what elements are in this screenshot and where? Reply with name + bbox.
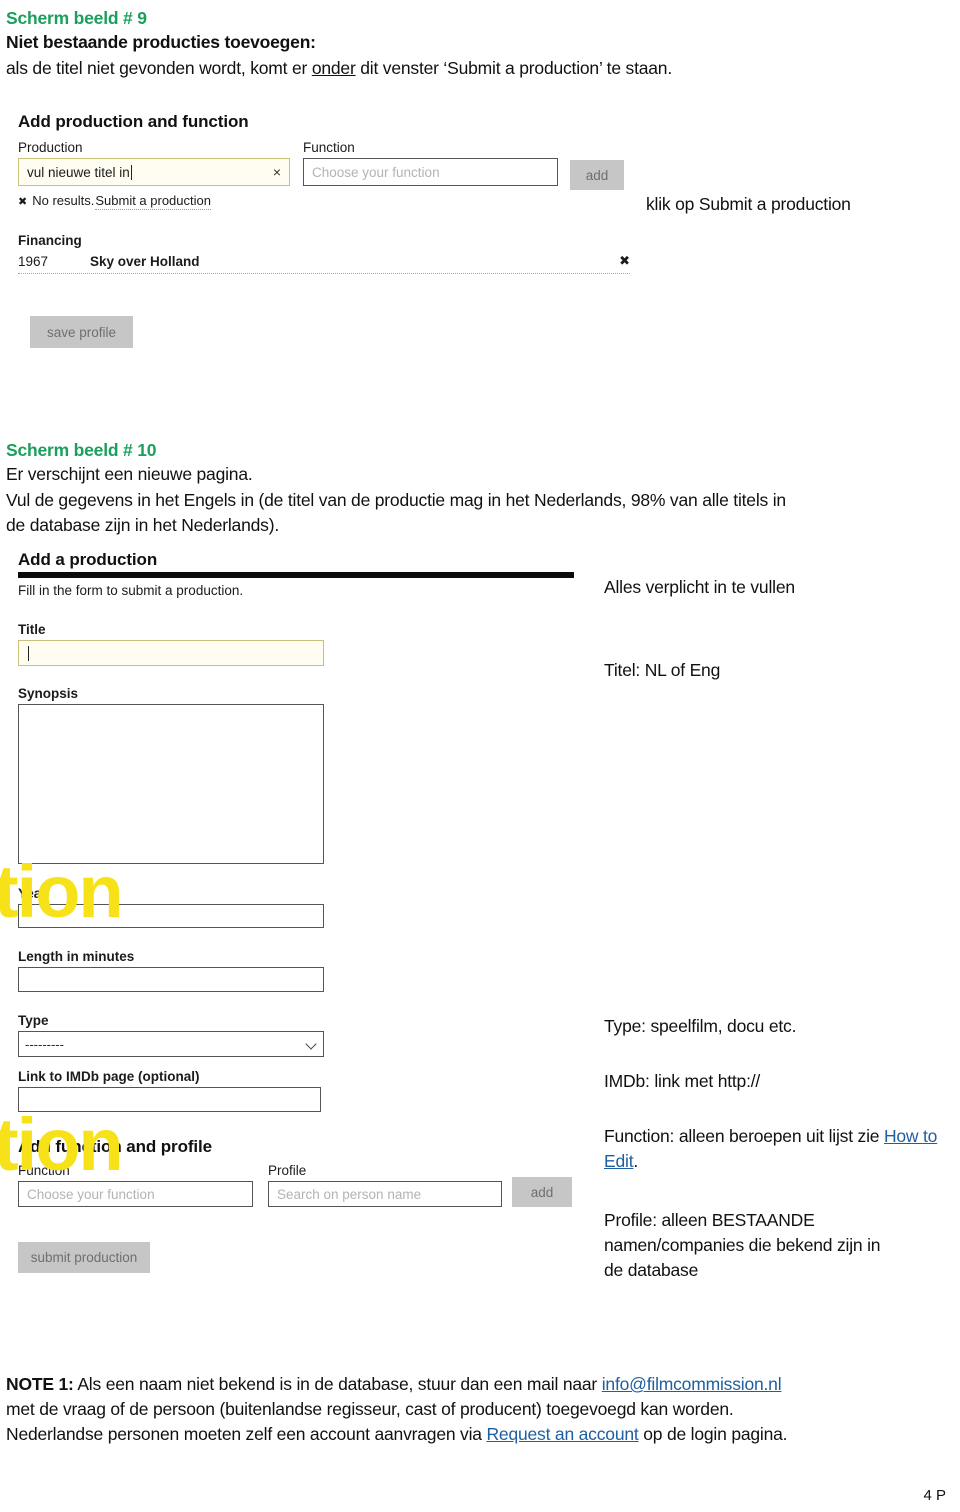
cross-icon: ✖ [18, 196, 28, 208]
fn-profile-group: Profile Search on person name [268, 1163, 502, 1207]
financing-year: 1967 [18, 253, 49, 269]
title-field-group: Title [18, 622, 324, 666]
production-field-group: Production vul nieuwe titel in × ✖ No re… [18, 140, 290, 210]
body-text-underlined: onder [311, 58, 356, 78]
function-label: Function [303, 140, 355, 155]
section-body-9: als de titel niet gevonden wordt, komt e… [6, 56, 946, 81]
synopsis-field-group: Synopsis [18, 686, 324, 864]
add-function-profile-section: Add function and profile Function Choose… [18, 1137, 578, 1207]
fn-function-label: Function [18, 1163, 70, 1178]
annotation-function: Function: alleen beroepen uit lijst zie … [604, 1124, 949, 1174]
annotation-alles-verplicht: Alles verplicht in te vullen [604, 577, 795, 597]
year-field-group: Year [18, 886, 324, 928]
annotation-imdb: IMDb: link met http:// [604, 1071, 761, 1091]
submit-production-button[interactable]: submit production [18, 1242, 150, 1273]
function-field-group: Function Choose your function [303, 140, 558, 186]
title-divider [18, 572, 574, 578]
title-label: Title [18, 622, 46, 637]
fn-function-placeholder: Choose your function [27, 1186, 155, 1202]
imdb-field-group: Link to IMDb page (optional) [18, 1069, 321, 1112]
clear-icon[interactable]: × [273, 165, 281, 179]
year-input[interactable] [18, 904, 324, 928]
add-button[interactable]: add [570, 160, 624, 190]
fn-profile-input[interactable]: Search on person name [268, 1181, 502, 1207]
page-number: 4 P [923, 1487, 946, 1504]
annotation-profile-line1: Profile: alleen BESTAANDE [604, 1210, 815, 1230]
note-line2: met de vraag of de persoon (buitenlandse… [6, 1399, 734, 1419]
annotation-profile: Profile: alleen BESTAANDE namen/companie… [604, 1208, 952, 1283]
text-caret [28, 645, 29, 661]
section-subheading-9: Niet bestaande producties toevoegen: [6, 32, 316, 52]
request-account-link[interactable]: Request an account [486, 1424, 638, 1444]
submit-a-production-link[interactable]: Submit a production [95, 193, 211, 210]
title-input[interactable] [18, 640, 324, 666]
screenshot9-title: Add production and function [18, 112, 249, 131]
type-label: Type [18, 1013, 49, 1028]
section-heading-9: Scherm beeld # 9 [6, 8, 147, 28]
production-label: Production [18, 140, 83, 155]
fn-function-group: Function Choose your function [18, 1163, 253, 1207]
production-input-value: vul nieuwe titel in [27, 164, 130, 180]
annotation-profile-line3: de database [604, 1260, 699, 1280]
fn-add-button[interactable]: add [512, 1177, 572, 1207]
document-page: Scherm beeld # 9 Niet bestaande producti… [0, 0, 960, 1512]
screenshot10-title: Add a production [18, 550, 158, 569]
financing-name: Sky over Holland [90, 253, 200, 269]
type-select[interactable]: --------- [18, 1031, 324, 1057]
fn-profile-placeholder: Search on person name [277, 1186, 422, 1202]
annotation-titel: Titel: NL of Eng [604, 660, 721, 680]
annotation-profile-line2: namen/companies die bekend zijn in [604, 1235, 881, 1255]
section-10-line2: Vul de gegevens in het Engels in (de tit… [6, 490, 786, 510]
annotation-function-text: Function: alleen beroepen uit lijst zie [604, 1126, 884, 1146]
save-profile-button[interactable]: save profile [30, 316, 133, 348]
text-caret [130, 164, 132, 180]
section-heading-10: Scherm beeld # 10 [6, 440, 157, 460]
function-input-placeholder: Choose your function [312, 164, 440, 180]
length-input[interactable] [18, 967, 324, 992]
length-field-group: Length in minutes [18, 949, 324, 992]
function-profile-row: Function Choose your function Profile Se… [18, 1163, 578, 1207]
note-label: NOTE 1: [6, 1374, 74, 1394]
length-label: Length in minutes [18, 949, 135, 964]
synopsis-textarea[interactable] [18, 704, 324, 864]
section-10-line1: Er verschijnt een nieuwe pagina. [6, 464, 253, 484]
remove-icon[interactable]: ✖ [619, 253, 630, 269]
fn-function-input[interactable]: Choose your function [18, 1181, 253, 1207]
no-results-text: No results. [32, 193, 95, 208]
note-part1: Als een naam niet bekend is in de databa… [73, 1374, 602, 1394]
note-block: NOTE 1: Als een naam niet bekend is in d… [6, 1372, 954, 1447]
annotation-function-period: . [633, 1151, 639, 1171]
type-select-value: --------- [25, 1036, 64, 1052]
synopsis-label: Synopsis [18, 686, 79, 701]
annotation-klik-submit: klik op Submit a production [646, 194, 851, 214]
imdb-label: Link to IMDb page (optional) [18, 1069, 200, 1084]
no-results-message: ✖ No results. Submit a production [18, 193, 290, 210]
body-text-part1: als de titel niet gevonden wordt, komt e… [6, 58, 312, 78]
body-text-part2: dit venster ‘Submit a production’ te sta… [355, 58, 672, 78]
screenshot-add-production-and-function: Add production and function Production v… [14, 108, 654, 358]
email-link[interactable]: info@filmcommission.nl [602, 1374, 782, 1394]
financing-row[interactable]: 1967 Sky over Holland ✖ [18, 253, 630, 274]
note-part3b: op de login pagina. [638, 1424, 788, 1444]
annotation-type: Type: speelfilm, docu etc. [604, 1016, 797, 1036]
fn-profile-label: Profile [268, 1163, 307, 1178]
section-10-line3: de database zijn in het Nederlands). [6, 515, 279, 535]
type-field-group: Type --------- [18, 1013, 324, 1057]
year-label: Year [18, 886, 47, 901]
note-line1: NOTE 1: Als een naam niet bekend is in d… [6, 1372, 954, 1397]
note-line3: Nederlandse personen moeten zelf een acc… [6, 1422, 954, 1447]
production-input[interactable]: vul nieuwe titel in × [18, 158, 290, 186]
screenshot10-subtitle: Fill in the form to submit a production. [18, 583, 244, 598]
financing-label: Financing [18, 233, 82, 248]
note-part3a: Nederlandse personen moeten zelf een acc… [6, 1424, 487, 1444]
imdb-input[interactable] [18, 1087, 321, 1112]
chevron-down-icon [306, 1039, 317, 1050]
screenshot-add-a-production: Add a production Fill in the form to sub… [14, 550, 594, 1290]
financing-section: Financing 1967 Sky over Holland ✖ [18, 233, 630, 274]
add-function-profile-title: Add function and profile [18, 1137, 213, 1156]
function-input[interactable]: Choose your function [303, 158, 558, 186]
